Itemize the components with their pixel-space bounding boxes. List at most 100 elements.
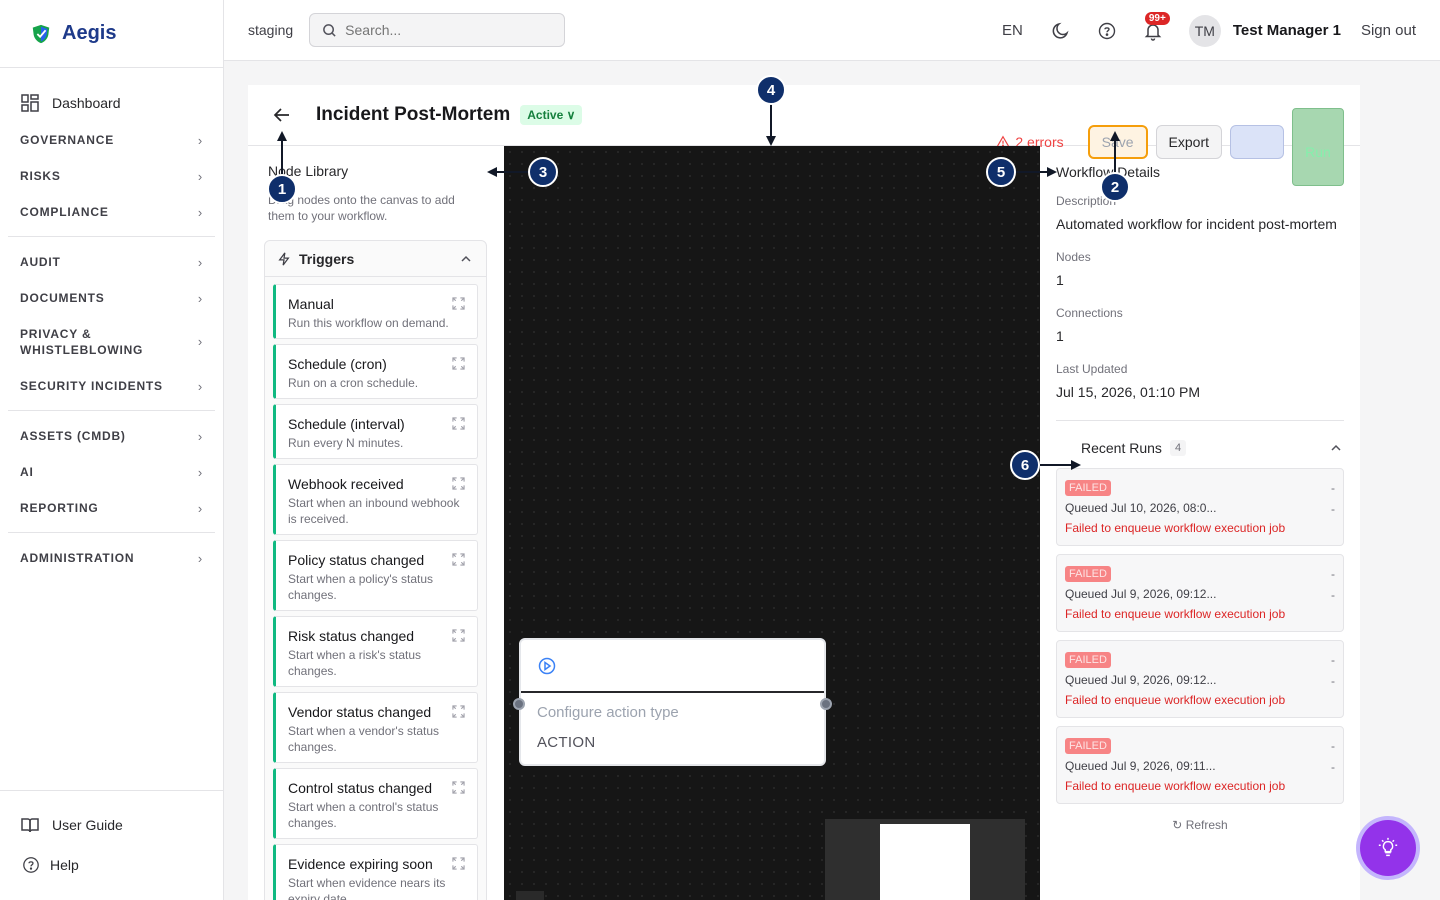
run-status-badge: FAILED	[1065, 652, 1111, 668]
run-item[interactable]: FAILED Queued Jul 10, 2026, 08:0... Fail…	[1056, 468, 1344, 546]
node-description: Start when a vendor's status changes.	[288, 724, 440, 754]
node-description: Start when evidence nears its expiry dat…	[288, 876, 446, 900]
triggers-group-header[interactable]: Triggers	[265, 241, 486, 277]
chevron-right-icon: ›	[197, 334, 203, 349]
run-item[interactable]: FAILED Queued Jul 9, 2026, 09:11... Fail…	[1056, 726, 1344, 804]
chevron-up-icon	[1331, 444, 1341, 451]
help-circle-icon[interactable]	[1097, 21, 1117, 41]
sidebar-item-risks[interactable]: RISKS ›	[8, 158, 215, 194]
run-error-message: Failed to enqueue workflow execution job	[1065, 693, 1286, 707]
last-updated-value: Jul 15, 2026, 01:10 PM	[1056, 384, 1200, 400]
details-title: Workflow Details	[1056, 164, 1160, 180]
recent-runs-header[interactable]: Recent Runs 4	[1056, 438, 1344, 458]
sidebar-item-audit[interactable]: AUDIT ›	[8, 244, 215, 280]
chevron-right-icon: ›	[197, 464, 203, 480]
sidebar-item-dashboard[interactable]: Dashboard	[8, 88, 215, 118]
node-schedule-interval[interactable]: Schedule (interval) Run every N minutes.	[273, 404, 478, 459]
expand-icon	[452, 477, 465, 490]
run-item[interactable]: FAILED Queued Jul 9, 2026, 09:12... Fail…	[1056, 640, 1344, 718]
shield-logo-icon	[32, 24, 50, 43]
user-name[interactable]: Test Manager 1	[1233, 22, 1341, 39]
sidebar: Aegis Dashboard GOVERNANCE › RISKS › COMPL…	[0, 0, 224, 900]
node-description: Run on a cron schedule.	[288, 376, 419, 390]
recent-runs-count: 4	[1169, 440, 1187, 456]
sidebar-item-label: REPORTING	[20, 501, 99, 515]
search-box[interactable]	[309, 13, 566, 47]
sidebar-item-label: SECURITY INCIDENTS	[20, 379, 163, 393]
assistant-button[interactable]	[1360, 820, 1416, 876]
environment-label: staging	[248, 22, 294, 38]
lightning-bolt-icon	[278, 252, 290, 265]
expand-icon	[452, 781, 465, 794]
triggers-group: Triggers Manual Run this workflow on dema…	[264, 240, 487, 900]
run-queued-time: Queued Jul 9, 2026, 09:11...	[1065, 759, 1216, 773]
chevron-right-icon: ›	[197, 254, 203, 270]
sidebar-item-documents[interactable]: DOCUMENTS ›	[8, 280, 215, 316]
node-manual[interactable]: Manual Run this workflow on demand.	[273, 284, 478, 339]
workflow-details-panel: Workflow Details Description Automated w…	[1040, 146, 1360, 900]
node-name: Control status changed	[288, 780, 432, 796]
run-error-message: Failed to enqueue workflow execution job	[1065, 607, 1286, 621]
sidebar-item-security-incidents[interactable]: SECURITY INCIDENTS ›	[8, 368, 215, 404]
sign-out-link[interactable]: Sign out	[1361, 22, 1416, 39]
chevron-right-icon: ›	[197, 132, 203, 148]
node-description: Start when a risk's status changes.	[288, 648, 422, 678]
node-evidence-expiring-soon[interactable]: Evidence expiring soon Start when evidenc…	[273, 844, 478, 900]
refresh-icon: ↻	[1172, 818, 1183, 832]
sidebar-item-reporting[interactable]: REPORTING ›	[8, 490, 215, 526]
status-label: Active	[527, 108, 564, 122]
arrow-left-icon[interactable]	[272, 105, 292, 125]
chevron-up-icon	[461, 255, 471, 262]
node-description: Run every N minutes.	[288, 436, 404, 450]
sidebar-item-compliance[interactable]: COMPLIANCE ›	[8, 194, 215, 230]
expand-icon	[452, 553, 465, 566]
node-policy-status-changed[interactable]: Policy status changed Start when a policy…	[273, 540, 478, 611]
zoom-controls[interactable]	[516, 891, 544, 900]
brand[interactable]: Aegis	[0, 0, 223, 68]
canvas-minimap[interactable]	[825, 819, 1025, 900]
help-link[interactable]: Help	[22, 845, 223, 885]
sidebar-item-ai[interactable]: AI ›	[8, 454, 215, 490]
sidebar-item-privacy[interactable]: PRIVACY & WHISTLEBLOWING ›	[8, 316, 215, 368]
sidebar-item-administration[interactable]: ADMINISTRATION ›	[8, 540, 215, 576]
run-error-message: Failed to enqueue workflow execution job	[1065, 521, 1286, 535]
recent-runs-title: Recent Runs	[1081, 440, 1162, 456]
run-status-badge: FAILED	[1065, 738, 1111, 754]
notifications-button[interactable]: 99+	[1143, 11, 1170, 41]
divider	[1056, 420, 1344, 421]
node-vendor-status-changed[interactable]: Vendor status changed Start when a vendor…	[273, 692, 478, 763]
node-risk-status-changed[interactable]: Risk status changed Start when a risk's s…	[273, 616, 478, 687]
output-handle[interactable]	[820, 698, 832, 710]
workflow-canvas[interactable]: Configure action type ACTION	[504, 146, 1040, 900]
chevron-right-icon: ›	[197, 168, 203, 184]
node-webhook-received[interactable]: Webhook received Start when an inbound we…	[273, 464, 478, 535]
node-schedule-cron[interactable]: Schedule (cron) Run on a cron schedule.	[273, 344, 478, 399]
status-dropdown[interactable]: Active ∨	[520, 105, 583, 125]
chevron-right-icon: ›	[197, 500, 203, 516]
moon-icon[interactable]	[1051, 21, 1071, 41]
action-node-header	[521, 640, 824, 693]
sidebar-item-governance[interactable]: GOVERNANCE ›	[8, 122, 215, 158]
action-node-card[interactable]: Configure action type ACTION	[513, 638, 832, 766]
search-input[interactable]	[345, 22, 546, 38]
node-name: Risk status changed	[288, 628, 415, 644]
book-icon	[21, 818, 39, 833]
annotation-marker-3: 3	[528, 157, 558, 187]
description-value: Automated workflow for incident post-mor…	[1056, 216, 1337, 232]
workflow-editor: Incident Post-Mortem Active ∨ 2 errors S…	[248, 85, 1360, 900]
language-switcher[interactable]: EN	[1002, 22, 1023, 39]
minimap-viewport[interactable]	[880, 824, 970, 900]
divider	[8, 410, 215, 411]
sidebar-item-assets[interactable]: ASSETS (CMDB) ›	[8, 418, 215, 454]
action-node-type: ACTION	[537, 734, 596, 751]
sidebar-item-label: AI	[20, 465, 34, 479]
run-item[interactable]: FAILED Queued Jul 9, 2026, 09:12... Fail…	[1056, 554, 1344, 632]
refresh-runs-button[interactable]: ↻ Refresh	[1056, 818, 1344, 832]
topbar-actions: EN 99+ TM Test Manager 1 Sign out	[1002, 0, 1416, 61]
last-updated-label: Last Updated	[1056, 362, 1128, 376]
node-control-status-changed[interactable]: Control status changed Start when a contr…	[273, 768, 478, 839]
input-handle[interactable]	[513, 698, 525, 710]
avatar[interactable]: TM	[1188, 14, 1221, 47]
user-guide-link[interactable]: User Guide	[20, 805, 223, 845]
run-error-message: Failed to enqueue workflow execution job	[1065, 779, 1286, 793]
